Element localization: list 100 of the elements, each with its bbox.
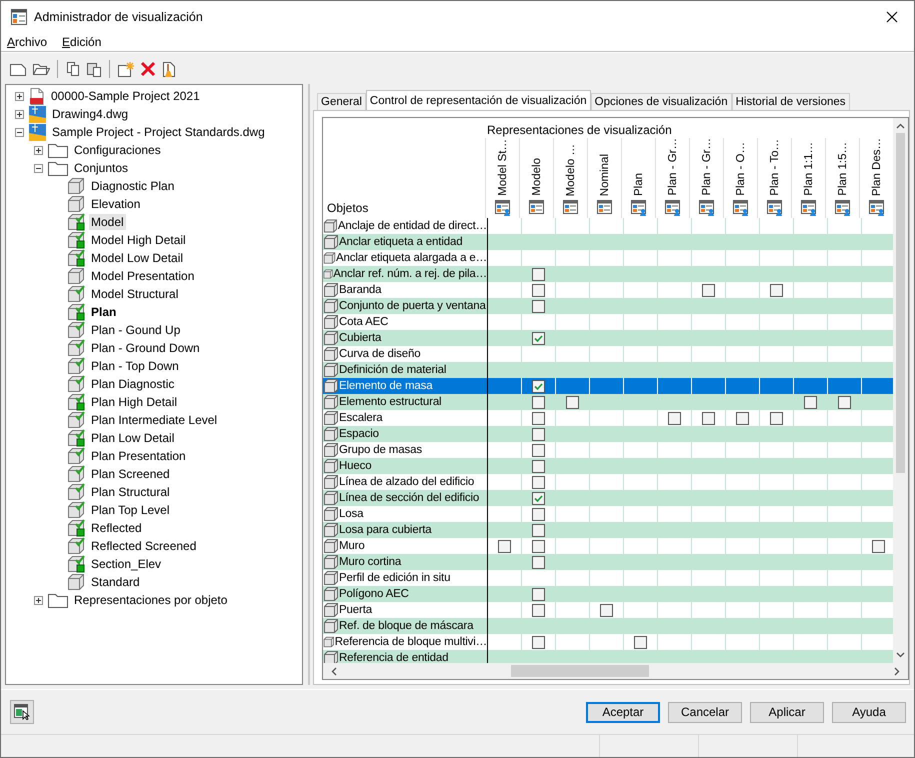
tree-item[interactable]: Section_Elev: [89, 556, 164, 572]
tree-item[interactable]: Conjuntos: [72, 160, 130, 176]
tree-item[interactable]: Plan Diagnostic: [89, 376, 176, 392]
checkbox[interactable]: [532, 588, 545, 600]
column-heading[interactable]: Plan - To…: [768, 139, 782, 196]
tree-item[interactable]: Plan Screened: [89, 466, 172, 482]
checkbox[interactable]: [532, 524, 545, 536]
tree-item[interactable]: Plan - Top Down: [89, 358, 181, 374]
column-heading[interactable]: Plan - O…: [734, 142, 748, 196]
collapse-icon[interactable]: [34, 164, 43, 172]
checkbox[interactable]: [532, 492, 545, 504]
dialog-button[interactable]: Ayuda: [832, 702, 906, 722]
dialog-button[interactable]: Cancelar: [668, 702, 742, 722]
checkbox[interactable]: [770, 412, 783, 424]
tree-item[interactable]: Model Low Detail: [89, 250, 186, 266]
tree-item[interactable]: Model: [89, 214, 126, 230]
checkbox[interactable]: [532, 428, 545, 440]
open-folder-icon[interactable]: [32, 61, 50, 77]
tree-item[interactable]: Plan: [89, 304, 118, 320]
viewer-button[interactable]: [10, 700, 34, 724]
tree-item[interactable]: Standard: [89, 574, 142, 590]
horizontal-scrollbar[interactable]: [322, 663, 909, 680]
grid-row[interactable]: Polígono AEC: [323, 586, 893, 602]
checkbox[interactable]: [532, 268, 545, 280]
column-heading[interactable]: Modelo: [530, 158, 544, 196]
grid-row[interactable]: Referencia de entidad: [323, 650, 893, 663]
column-heading[interactable]: Plan: [632, 172, 646, 196]
tree-item[interactable]: Model High Detail: [89, 232, 188, 248]
checkbox[interactable]: [532, 604, 545, 616]
checkbox[interactable]: [838, 396, 851, 408]
purge-icon[interactable]: [161, 60, 177, 78]
scroll-up-icon[interactable]: [896, 123, 905, 129]
tree-item[interactable]: 00000-Sample Project 2021: [49, 88, 202, 104]
checkbox[interactable]: [872, 540, 885, 552]
menu-item[interactable]: Archivo: [7, 34, 48, 48]
checkbox[interactable]: [532, 380, 545, 392]
delete-icon[interactable]: [140, 61, 156, 77]
grid-row[interactable]: Hueco: [323, 458, 893, 474]
grid-row[interactable]: Conjunto de puerta y ventana: [323, 298, 893, 314]
grid-row[interactable]: Muro cortina: [323, 554, 893, 570]
tab[interactable]: Control de representación de visualización: [366, 90, 591, 110]
copy-icon[interactable]: [65, 61, 81, 77]
column-heading[interactable]: Plan Des…: [870, 138, 884, 196]
checkbox[interactable]: [736, 412, 749, 424]
checkbox[interactable]: [532, 300, 545, 312]
tree-item[interactable]: Plan Structural: [89, 484, 172, 500]
tree-item[interactable]: Drawing4.dwg: [50, 106, 130, 122]
tree-item[interactable]: Reflected: [89, 520, 144, 536]
column-heading[interactable]: Model St…: [496, 139, 510, 196]
grid-row[interactable]: Espacio: [323, 426, 893, 442]
checkbox[interactable]: [702, 412, 715, 424]
tab[interactable]: General: [317, 93, 366, 110]
grid-row[interactable]: Ref. de bloque de máscara: [323, 618, 893, 634]
tree-item[interactable]: Plan Presentation: [89, 448, 188, 464]
scroll-right-icon[interactable]: [894, 666, 900, 676]
tab[interactable]: Opciones de visualización: [590, 93, 732, 110]
tree-item[interactable]: Plan - Gound Up: [89, 322, 182, 338]
checkbox[interactable]: [770, 284, 783, 296]
checkbox[interactable]: [532, 476, 545, 488]
grid-row[interactable]: Elemento estructural: [323, 394, 893, 410]
checkbox[interactable]: [702, 284, 715, 296]
grid-row[interactable]: Definición de material: [323, 362, 893, 378]
checkbox[interactable]: [532, 444, 545, 456]
tree-item[interactable]: Plan - Ground Down: [89, 340, 202, 356]
checkbox[interactable]: [532, 284, 545, 296]
grid-row[interactable]: Cubierta: [323, 330, 893, 346]
column-heading[interactable]: Plan 1:5…: [836, 142, 850, 196]
column-heading[interactable]: Plan - Gr…: [700, 138, 714, 196]
scroll-down-icon[interactable]: [896, 652, 905, 658]
checkbox[interactable]: [498, 540, 511, 552]
tree-item[interactable]: Model Structural: [89, 286, 180, 302]
grid-row[interactable]: Línea de sección del edificio: [323, 490, 893, 506]
checkbox[interactable]: [668, 412, 681, 424]
tree-item[interactable]: Diagnostic Plan: [89, 178, 176, 194]
paste-icon[interactable]: [86, 61, 102, 77]
checkbox[interactable]: [600, 604, 613, 616]
checkbox[interactable]: [532, 636, 545, 648]
expand-icon[interactable]: [15, 92, 24, 100]
checkbox[interactable]: [532, 412, 545, 424]
checkbox[interactable]: [532, 540, 545, 552]
scroll-left-icon[interactable]: [331, 666, 337, 676]
tree-item[interactable]: Configuraciones: [72, 142, 163, 158]
tree-item[interactable]: Sample Project - Project Standards.dwg: [50, 124, 267, 140]
grid-row[interactable]: Anclar etiqueta a entidad: [323, 234, 893, 250]
tree-item[interactable]: Plan Low Detail: [89, 430, 176, 446]
tree-item[interactable]: Plan Intermediate Level: [89, 412, 220, 428]
new-item-icon[interactable]: [117, 60, 135, 78]
tree-item[interactable]: Representaciones por objeto: [72, 592, 230, 608]
column-heading[interactable]: Plan - Gr…: [666, 138, 680, 196]
checkbox[interactable]: [634, 636, 647, 648]
column-heading[interactable]: Modelo …: [564, 144, 578, 196]
expand-icon[interactable]: [15, 110, 24, 118]
checkbox[interactable]: [566, 396, 579, 408]
checkbox[interactable]: [532, 460, 545, 472]
tree-item[interactable]: Plan High Detail: [89, 394, 180, 410]
expand-icon[interactable]: [34, 146, 43, 154]
dialog-button[interactable]: Aceptar: [586, 702, 660, 722]
new-document-icon[interactable]: [9, 61, 27, 77]
grid-row[interactable]: Losa para cubierta: [323, 522, 893, 538]
grid-row[interactable]: Elemento de masa: [323, 378, 893, 394]
